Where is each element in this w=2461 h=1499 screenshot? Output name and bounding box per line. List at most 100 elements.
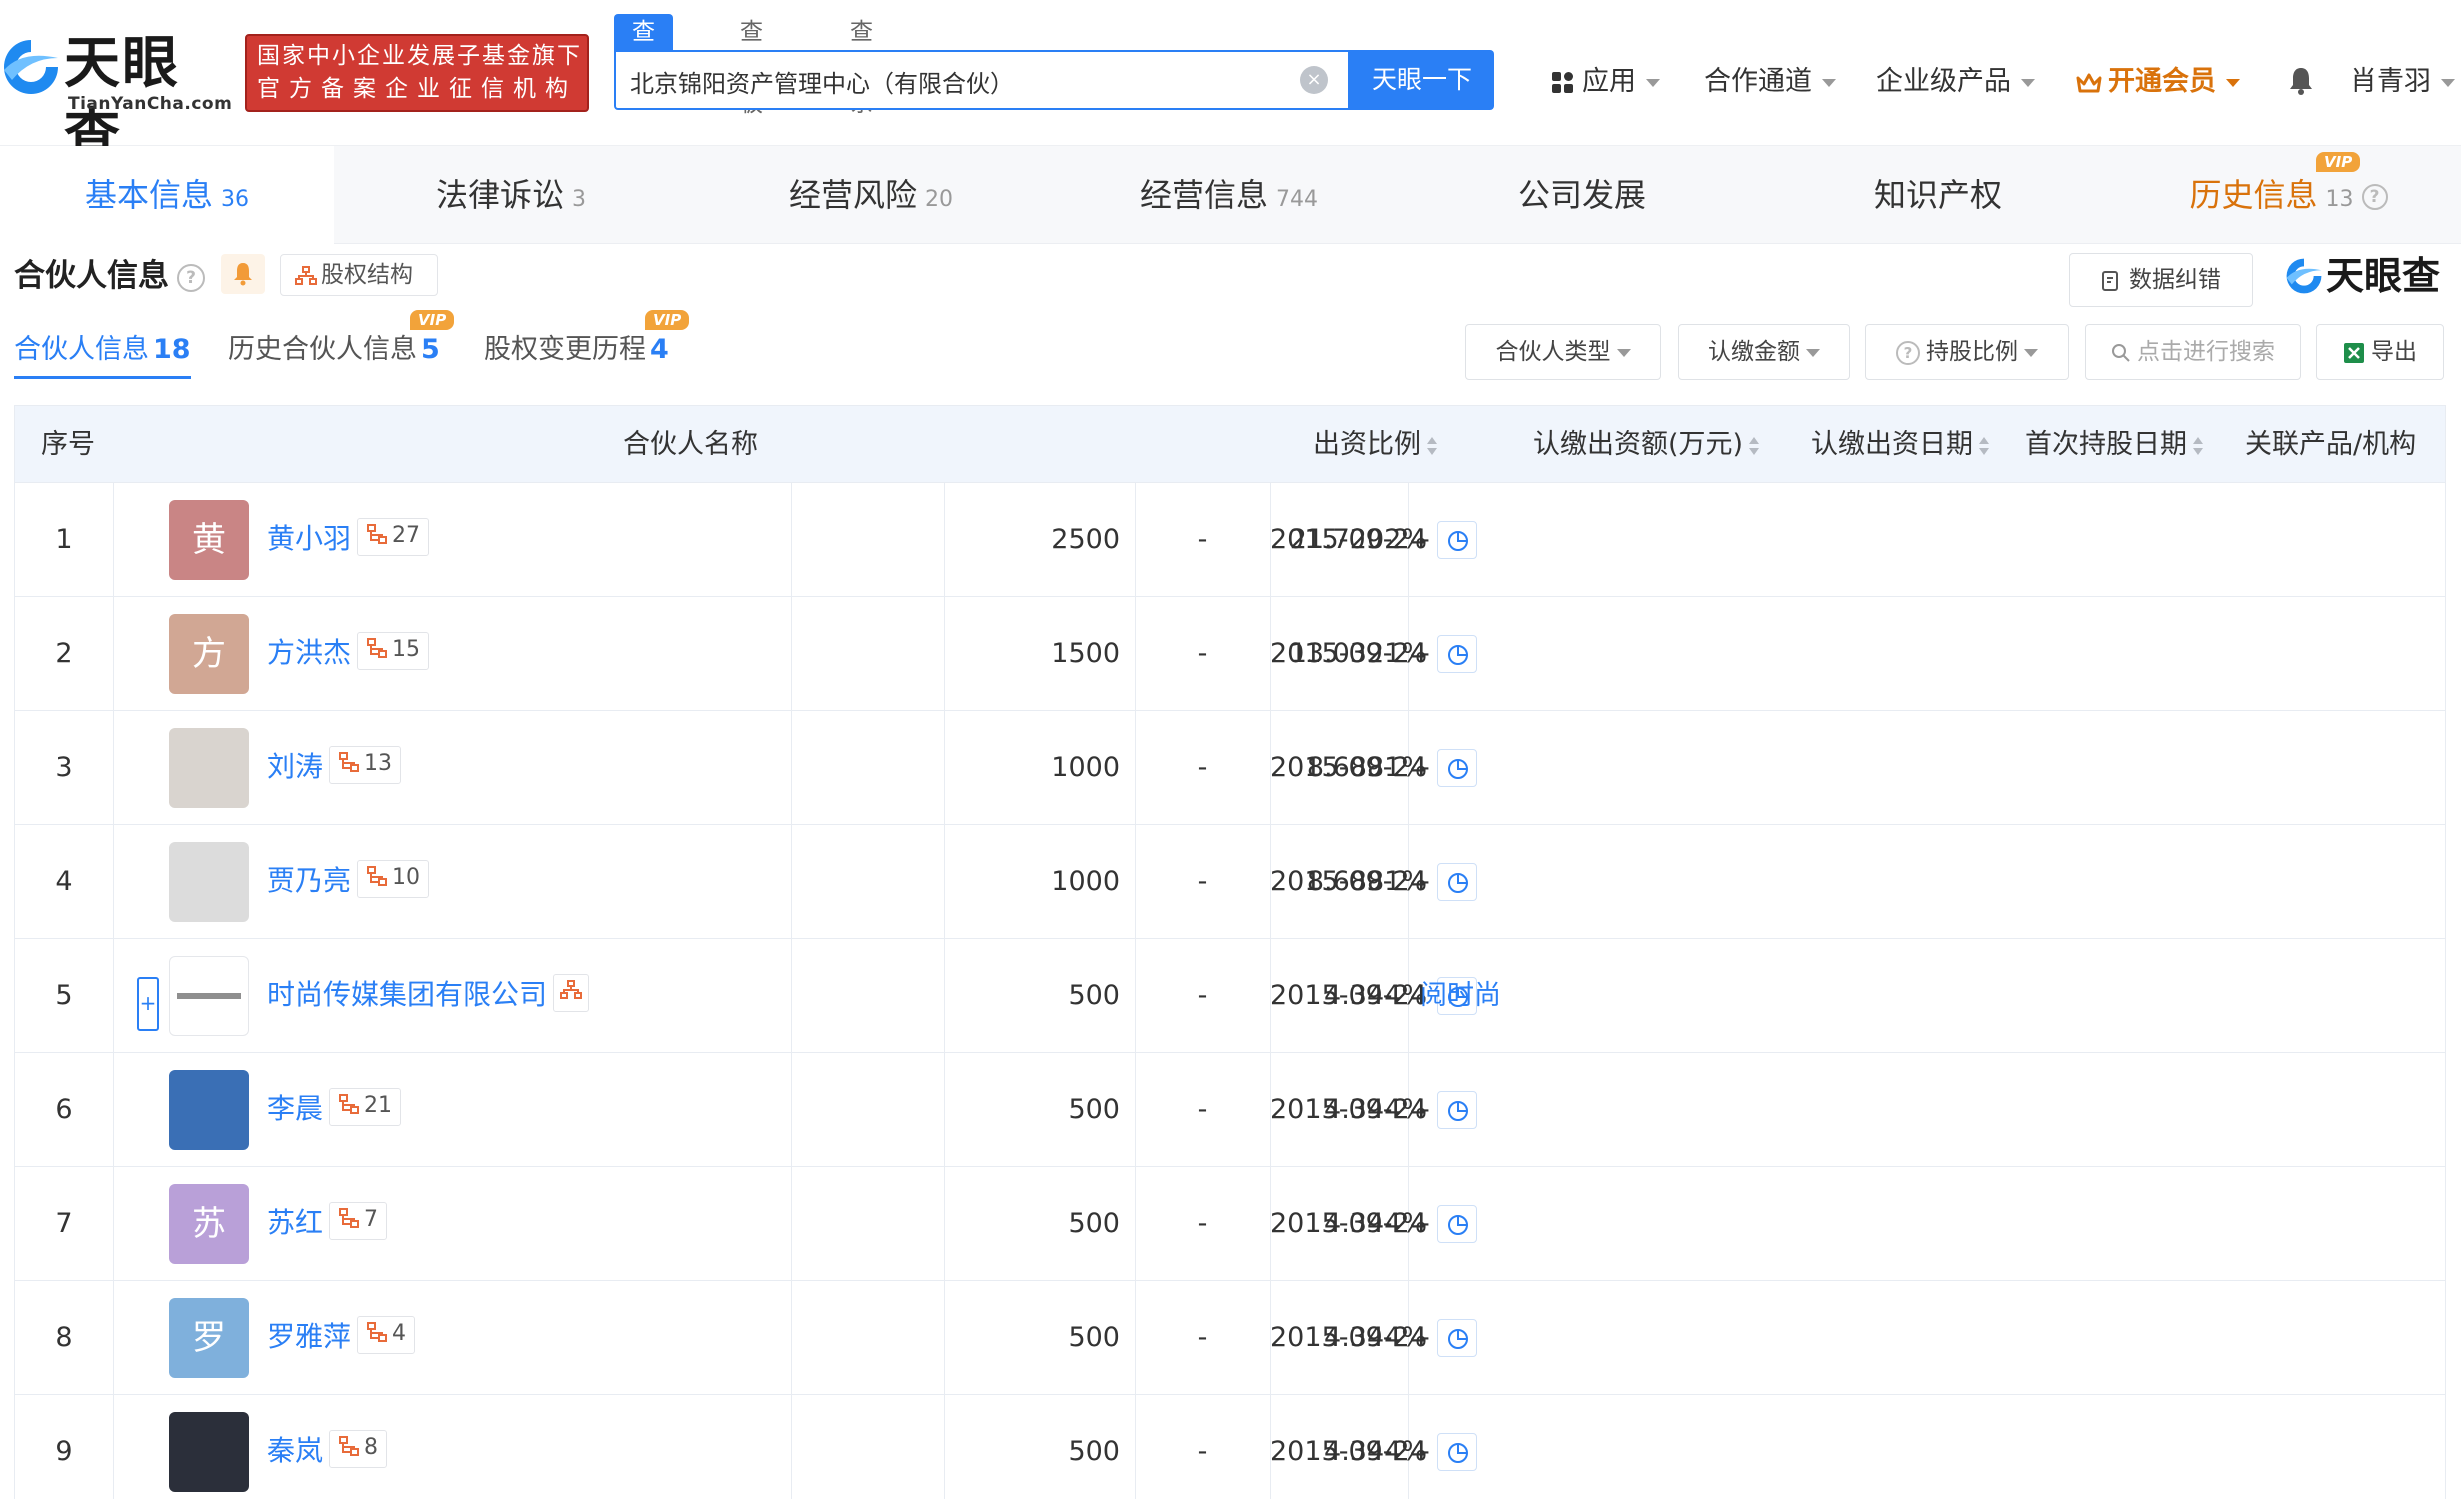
related-companies-tag[interactable]: 7 [329,1202,388,1240]
chevron-down-icon [1616,348,1631,357]
partner-name-link[interactable]: 李晨 21 [267,1053,402,1167]
sub-date-value: - [1197,638,1208,669]
subtab-history-partners[interactable]: 历史合伙人信息 5 [228,330,440,370]
nav-cooperation[interactable]: 合作通道 [1704,62,1836,102]
tab-count: 744 [1276,187,1318,212]
equity-structure-tag[interactable] [553,974,590,1012]
ratio-chart-button[interactable] [1437,863,1477,901]
export-button[interactable]: 导出 [2316,324,2444,380]
tianyancha-logo[interactable]: 天眼查 TianYanCha.com [0,28,232,168]
related-companies-tag[interactable]: 10 [357,860,430,898]
top-header: 天眼查 TianYanCha.com 国家中小企业发展子基金旗下 官方备案企业征… [0,0,2461,168]
avatar[interactable] [169,728,249,808]
search-tab-relation[interactable]: 查关系 [832,14,891,117]
amount-value: 1000 [1051,752,1120,783]
partner-name-link[interactable]: 黄小羽 27 [267,483,430,597]
expand-button[interactable]: + [137,977,159,1031]
nav-enterprise[interactable]: 企业级产品 [1876,62,2035,102]
nav-vip[interactable]: 开通会员 [2076,62,2240,102]
col-first-date[interactable]: 首次持股日期 [2025,406,2203,484]
avatar[interactable]: 黄 [169,500,249,580]
col-first-date-label: 首次持股日期 [2025,429,2187,460]
filter-ratio[interactable]: ? 持股比例 [1865,324,2069,380]
column-divider [113,1167,114,1280]
col-partner-name: 合伙人名称 [623,429,758,460]
tab-litigation[interactable]: 法律诉讼 3 [334,146,688,244]
table-search-box[interactable]: 点击进行搜索 [2085,324,2301,380]
table-header: 序号 合伙人名称 出资比例 认缴出资额(万元) 认缴出资日期 首次持股日期 关联… [14,405,2446,483]
avatar-initial: 方 [192,634,226,674]
avatar-initial: 苏 [192,1204,226,1244]
subtab-equity-changes[interactable]: 股权变更历程 4 [484,330,669,370]
ratio-chart-button[interactable] [1437,635,1477,673]
tab-ip[interactable]: 知识产权 [1760,146,2116,244]
excel-icon [2344,342,2364,363]
col-ratio[interactable]: 出资比例 [1313,406,1437,484]
ratio-chart-button[interactable] [1437,1205,1477,1243]
col-related: 关联产品/机构 [2245,429,2417,460]
notification-bell-icon[interactable] [2288,66,2314,96]
nav-apps-label: 应用 [1582,66,1636,97]
ratio-chart-button[interactable] [1437,749,1477,787]
related-product[interactable]: 阅时尚 [1420,939,1501,1053]
search-input[interactable] [630,62,1270,100]
nav-apps[interactable]: 应用 [1552,62,1660,102]
search-button[interactable]: 天眼一下 [1350,50,1494,110]
column-divider [113,825,114,938]
ratio-chart-button[interactable] [1437,1433,1477,1471]
tab-label: 经营信息 [1139,176,1268,214]
col-sub-date[interactable]: 认缴出资日期 [1811,406,1989,484]
avatar[interactable] [169,1070,249,1150]
avatar[interactable]: 方 [169,614,249,694]
filter-amount[interactable]: 认缴金额 [1678,324,1850,380]
row-index: 3 [55,752,73,783]
help-icon[interactable]: ? [177,263,205,292]
data-correction-button[interactable]: 数据纠错 [2069,253,2253,307]
tab-business-risk[interactable]: 经营风险 20 [688,146,1054,244]
tab-basic-info[interactable]: 基本信息 36 [0,146,334,244]
tab-history-info[interactable]: 历史信息 13? [2116,146,2461,244]
nav-user[interactable]: 肖青羽 [2350,62,2455,102]
partner-name-link[interactable]: 方洪杰 15 [267,597,430,711]
related-companies-tag[interactable]: 8 [329,1430,388,1468]
tab-development[interactable]: 公司发展 [1404,146,1760,244]
related-count: 8 [364,1435,379,1460]
related-companies-tag[interactable]: 13 [329,746,402,784]
related-companies-tag[interactable]: 21 [329,1088,402,1126]
row-index: 8 [55,1322,73,1353]
subtab-partners[interactable]: 合伙人信息 18 [14,330,191,379]
subscribe-bell-button[interactable] [221,254,265,294]
related-companies-tag[interactable]: 4 [357,1316,416,1354]
brand-text: 天眼查 [2326,254,2441,298]
equity-structure-button[interactable]: 股权结构 [280,254,438,296]
col-amount[interactable]: 认缴出资额(万元) [1533,406,1760,484]
partner-name: 苏红 [267,1206,324,1239]
column-divider [113,1053,114,1166]
tab-label: 公司发展 [1517,176,1646,214]
column-divider [791,825,792,938]
ratio-chart-button[interactable] [1437,1319,1477,1357]
partner-name-link[interactable]: 苏红 7 [267,1167,388,1281]
ratio-chart-button[interactable] [1437,521,1477,559]
tab-business-info[interactable]: 经营信息 744 [1054,146,1404,244]
partner-name-link[interactable]: 贾乃亮 10 [267,825,430,939]
avatar[interactable] [169,842,249,922]
partner-name-link[interactable]: 刘涛 13 [267,711,402,825]
avatar[interactable]: 罗 [169,1298,249,1378]
subtab-count: 4 [650,334,669,365]
partner-name-link[interactable]: 罗雅萍 4 [267,1281,416,1395]
filter-partner-type[interactable]: 合伙人类型 [1465,324,1661,380]
clear-icon[interactable]: × [1300,66,1328,94]
avatar[interactable]: 苏 [169,1184,249,1264]
search-tab-boss[interactable]: 查老板 [722,14,781,117]
help-icon[interactable]: ? [2361,184,2388,210]
search-tab-company[interactable]: 查公司 [614,14,673,117]
partner-name-link[interactable]: 时尚传媒集团有限公司 [267,939,590,1053]
avatar[interactable] [169,1412,249,1492]
partner-name-link[interactable]: 秦岚 8 [267,1395,388,1499]
tab-label: 基本信息 [84,176,213,214]
related-companies-tag[interactable]: 27 [357,518,430,556]
org-badge: 国家中小企业发展子基金旗下 官方备案企业征信机构 [245,34,589,112]
related-companies-tag[interactable]: 15 [357,632,430,670]
ratio-chart-button[interactable] [1437,1091,1477,1129]
